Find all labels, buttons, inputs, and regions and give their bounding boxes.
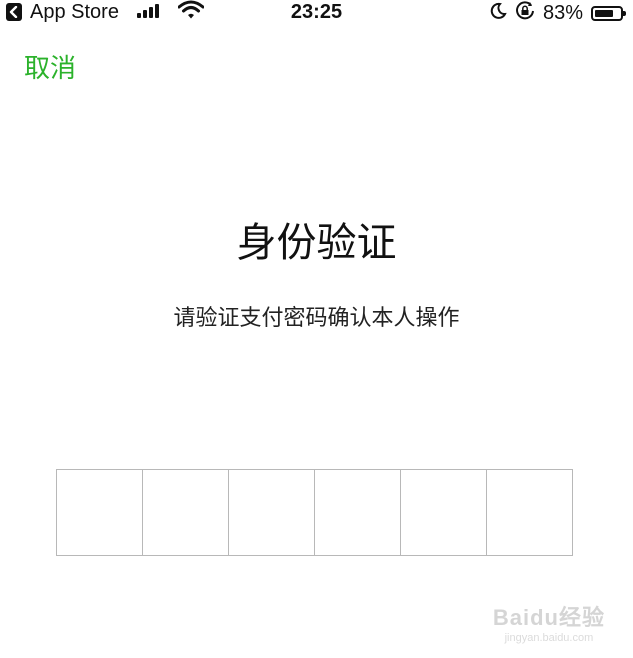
battery-percent: 83% [542, 1, 583, 24]
password-digit-cell[interactable] [487, 470, 572, 555]
status-bar: App Store 23:25 83% [0, 0, 633, 24]
password-input[interactable] [56, 469, 573, 556]
page-subtitle: 请验证支付密码确认本人操作 [173, 306, 460, 331]
rotation-lock-icon [515, 1, 535, 25]
cancel-button[interactable]: 取消 [24, 48, 76, 85]
page-title: 身份验证 [236, 220, 397, 266]
watermark-site: jingyan.baidu.com [504, 632, 594, 644]
battery-icon [591, 5, 626, 21]
password-digit-cell[interactable] [315, 470, 401, 555]
password-digit-cell[interactable] [401, 470, 487, 555]
password-digit-cell[interactable] [57, 470, 143, 555]
watermark-logo: Baidu经验 [492, 605, 605, 630]
password-digit-cell[interactable] [143, 470, 229, 555]
watermark: Baidu经验 jingyan.baidu.com [493, 600, 605, 644]
moon-icon [489, 2, 507, 24]
password-digit-cell[interactable] [229, 470, 315, 555]
